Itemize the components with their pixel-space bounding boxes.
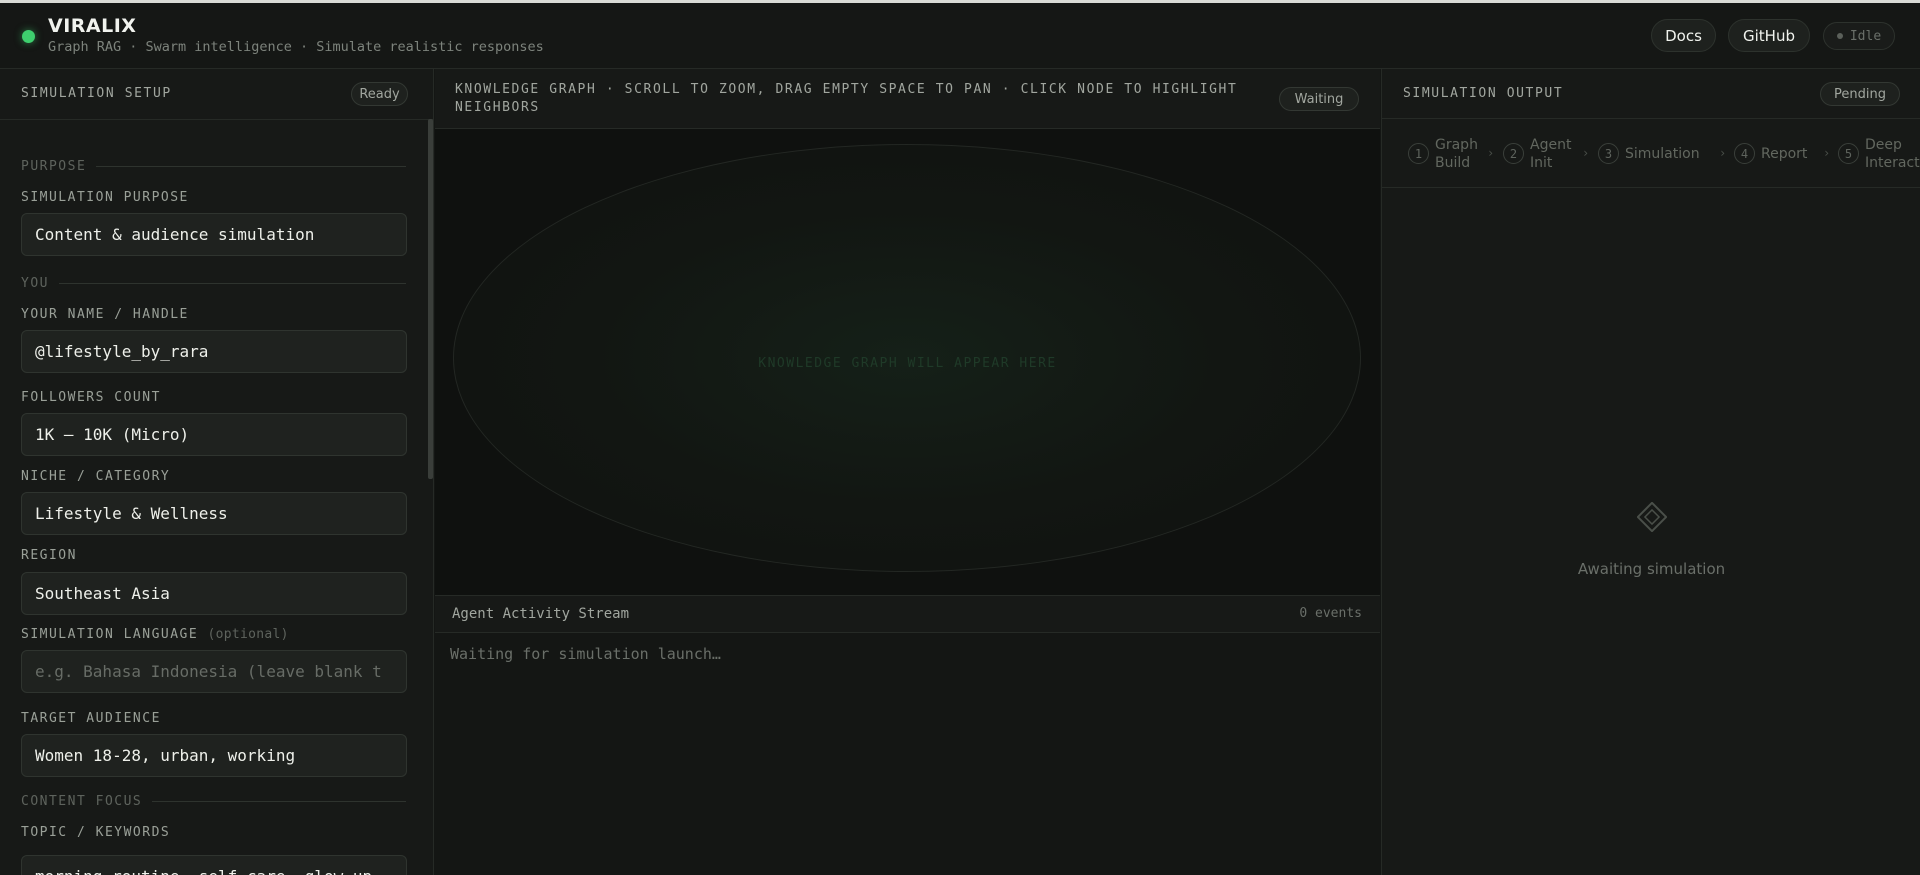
step-graph-build[interactable]: 1 Graph Build	[1408, 119, 1478, 187]
setup-status-badge: Ready	[351, 82, 408, 106]
graph-title-line2: NEIGHBORS	[455, 100, 540, 115]
simulation-setup-panel: SIMULATION SETUP Ready PURPOSE SIMULATIO…	[0, 69, 434, 875]
section-purpose: PURPOSE	[21, 159, 406, 174]
step-4-number: 4	[1734, 143, 1755, 164]
section-you: YOU	[21, 276, 406, 291]
output-panel-title: SIMULATION OUTPUT	[1403, 86, 1564, 101]
chevron-right-icon: ›	[1823, 146, 1831, 160]
step-simulation[interactable]: 3 Simulation	[1598, 119, 1700, 187]
step-1-line2: Build	[1435, 154, 1471, 171]
output-panel-header: SIMULATION OUTPUT Pending	[1382, 69, 1920, 119]
step-1-line1: Graph	[1435, 136, 1478, 153]
brand-tagline: Graph RAG · Swarm intelligence · Simulat…	[48, 39, 544, 55]
purpose-select[interactable]: Content & audience simulation	[21, 213, 407, 256]
step-5-line2: Interaction	[1865, 154, 1920, 171]
audience-label: TARGET AUDIENCE	[21, 711, 161, 726]
graph-empty-hint: KNOWLEDGE GRAPH WILL APPEAR HERE	[758, 356, 1057, 371]
topic-label: TOPIC / KEYWORDS	[21, 825, 171, 840]
topic-input[interactable]: morning routine, self-care, glow-up	[21, 855, 407, 875]
section-you-label: YOU	[21, 276, 49, 291]
activity-stream-waiting: Waiting for simulation launch…	[450, 645, 721, 663]
knowledge-graph-panel: KNOWLEDGE GRAPH · SCROLL TO ZOOM, DRAG E…	[435, 69, 1380, 875]
audience-input[interactable]: Women 18-28, urban, working	[21, 734, 407, 777]
followers-select[interactable]: 1K – 10K (Micro)	[21, 413, 407, 456]
step-1-number: 1	[1408, 143, 1429, 164]
setup-panel-header: SIMULATION SETUP Ready	[0, 69, 433, 120]
graph-status-badge: Waiting	[1279, 87, 1359, 111]
language-optional-note: (optional)	[207, 627, 289, 642]
step-3-label: Simulation	[1625, 145, 1700, 162]
graph-panel-title: KNOWLEDGE GRAPH · SCROLL TO ZOOM, DRAG E…	[455, 81, 1295, 117]
activity-stream-header: Agent Activity Stream 0 events	[435, 595, 1380, 633]
step-deep-interaction[interactable]: 5 Deep Interaction	[1838, 119, 1920, 187]
section-content-focus: CONTENT FOCUS	[21, 794, 406, 809]
niche-label: NICHE / CATEGORY	[21, 469, 171, 484]
brand-name: VIRALIX	[48, 15, 137, 37]
output-empty-text: Awaiting simulation	[1577, 560, 1726, 578]
graph-canvas[interactable]: KNOWLEDGE GRAPH WILL APPEAR HERE	[435, 129, 1380, 595]
chevron-right-icon: ›	[1582, 146, 1590, 160]
docs-button[interactable]: Docs	[1651, 19, 1716, 52]
step-5-label: Deep Interaction	[1865, 136, 1920, 172]
section-purpose-label: PURPOSE	[21, 159, 87, 174]
simulation-output-panel: SIMULATION OUTPUT Pending 1 Graph Build …	[1381, 69, 1920, 875]
step-2-line2: Init	[1530, 154, 1553, 171]
purpose-label: SIMULATION PURPOSE	[21, 190, 189, 205]
activity-stream-title: Agent Activity Stream	[452, 606, 630, 622]
step-5-number: 5	[1838, 143, 1859, 164]
name-label: YOUR NAME / HANDLE	[21, 307, 189, 322]
step-1-label: Graph Build	[1435, 136, 1478, 172]
step-5-line1: Deep	[1865, 136, 1902, 153]
idle-dot-icon	[1836, 33, 1843, 39]
step-2-label: Agent Init	[1530, 136, 1571, 172]
github-button[interactable]: GitHub	[1728, 19, 1810, 52]
activity-stream-count: 0 events	[1299, 606, 1362, 621]
app-header: VIRALIX Graph RAG · Swarm intelligence ·…	[0, 3, 1920, 69]
chevron-right-icon: ›	[1719, 146, 1727, 160]
language-label-text: SIMULATION LANGUAGE	[21, 627, 199, 642]
step-agent-init[interactable]: 2 Agent Init	[1503, 119, 1571, 187]
diamond-icon	[1636, 501, 1668, 536]
niche-select[interactable]: Lifestyle & Wellness	[21, 492, 407, 535]
step-2-line1: Agent	[1530, 136, 1572, 153]
language-input[interactable]: e.g. Bahasa Indonesia (leave blank t	[21, 650, 407, 693]
step-report[interactable]: 4 Report	[1734, 119, 1808, 187]
chevron-right-icon: ›	[1487, 146, 1495, 160]
setup-panel-title: SIMULATION SETUP	[21, 86, 172, 101]
setup-scrollbar[interactable]	[428, 119, 433, 479]
pipeline-steps: 1 Graph Build › 2 Agent Init › 3 Simulat…	[1382, 119, 1920, 188]
region-select[interactable]: Southeast Asia	[21, 572, 407, 615]
step-2-number: 2	[1503, 143, 1524, 164]
engine-status-badge: Idle	[1823, 22, 1895, 50]
region-label: REGION	[21, 548, 77, 563]
activity-stream-body: Waiting for simulation launch…	[435, 633, 1380, 875]
engine-status-label: Idle	[1849, 28, 1882, 44]
status-dot-icon	[22, 30, 35, 43]
followers-label: FOLLOWERS COUNT	[21, 390, 161, 405]
section-content-focus-label: CONTENT FOCUS	[21, 794, 143, 809]
step-3-number: 3	[1598, 143, 1619, 164]
graph-panel-header: KNOWLEDGE GRAPH · SCROLL TO ZOOM, DRAG E…	[435, 69, 1380, 129]
output-status-badge: Pending	[1820, 82, 1900, 106]
language-label: SIMULATION LANGUAGE (optional)	[21, 627, 289, 642]
step-4-label: Report	[1761, 145, 1808, 162]
name-input[interactable]: @lifestyle_by_rara	[21, 330, 407, 373]
graph-title-line1: KNOWLEDGE GRAPH · SCROLL TO ZOOM, DRAG E…	[455, 82, 1238, 97]
